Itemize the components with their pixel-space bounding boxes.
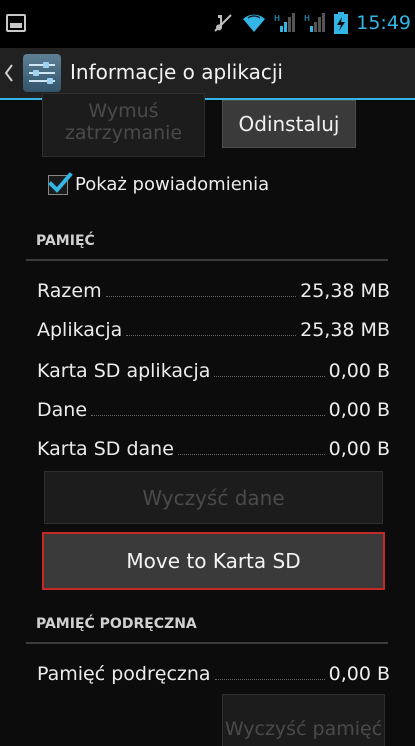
storage-row-value: 0,00 B [328,399,390,421]
mute-icon [214,14,232,32]
storage-row-data: Dane 0,00 B [37,391,390,421]
storage-row-value: 25,38 MB [300,319,390,341]
wifi-icon [243,14,266,32]
svg-text:H: H [304,14,310,23]
uninstall-button[interactable]: Odinstaluj [222,100,356,148]
storage-row-sd-app: Karta SD aplikacja 0,00 B [37,352,390,382]
up-navigation-chevron-icon[interactable] [4,63,14,83]
checkmark-icon [48,171,73,193]
storage-row-sd-data: Karta SD dane 0,00 B [37,430,390,460]
force-stop-button: Wymuś zatrzymanie [42,93,205,157]
storage-section-header: PAMIĘĆ [26,233,388,261]
app-info-screen: H H 15:49 Informacje o aplikacji Wymuś z… [0,0,415,746]
status-bar: H H 15:49 [0,0,415,48]
storage-row-value: 0,00 B [328,438,390,460]
storage-row-value: 0,00 B [328,360,390,382]
settings-sliders-icon[interactable] [23,54,61,92]
show-notifications-checkbox[interactable] [48,171,73,195]
dotted-leader [105,296,297,297]
cache-row-label: Pamięć podręczna [37,663,211,685]
cache-row: Pamięć podręczna 0,00 B [37,655,390,685]
cache-row-value: 0,00 B [328,663,390,685]
status-clock: 15:49 [356,12,411,34]
storage-row-app: Aplikacja 25,38 MB [37,311,390,341]
dotted-leader [214,679,325,680]
dotted-leader [177,454,325,455]
signal-icon: H [274,13,296,32]
storage-row-label: Aplikacja [37,319,123,341]
storage-row-label: Karta SD dane [37,438,174,460]
show-notifications-label: Pokaż powiadomienia [75,174,270,195]
dotted-leader [214,376,325,377]
svg-text:H: H [274,14,280,23]
clear-data-button: Wyczyść dane [44,471,383,524]
screenshot-thumbnail-icon [6,14,26,32]
dotted-leader [91,415,325,416]
move-to-sd-button[interactable]: Move to Karta SD [42,532,385,590]
storage-row-total: Razem 25,38 MB [37,272,390,302]
clear-cache-button: Wyczyść pamięć [222,694,385,746]
screen-title: Informacje o aplikacji [70,60,283,84]
storage-row-label: Razem [37,280,102,302]
cache-section-header: PAMIĘĆ PODRĘCZNA [26,616,388,644]
battery-charging-icon [334,12,349,34]
storage-row-label: Dane [37,399,88,421]
status-icons: H H 15:49 [212,12,411,34]
show-notifications-row[interactable]: Pokaż powiadomienia [48,171,270,195]
signal-icon: H [304,13,326,32]
dotted-leader [126,335,297,336]
storage-row-label: Karta SD aplikacja [37,360,211,382]
storage-row-value: 25,38 MB [300,280,390,302]
